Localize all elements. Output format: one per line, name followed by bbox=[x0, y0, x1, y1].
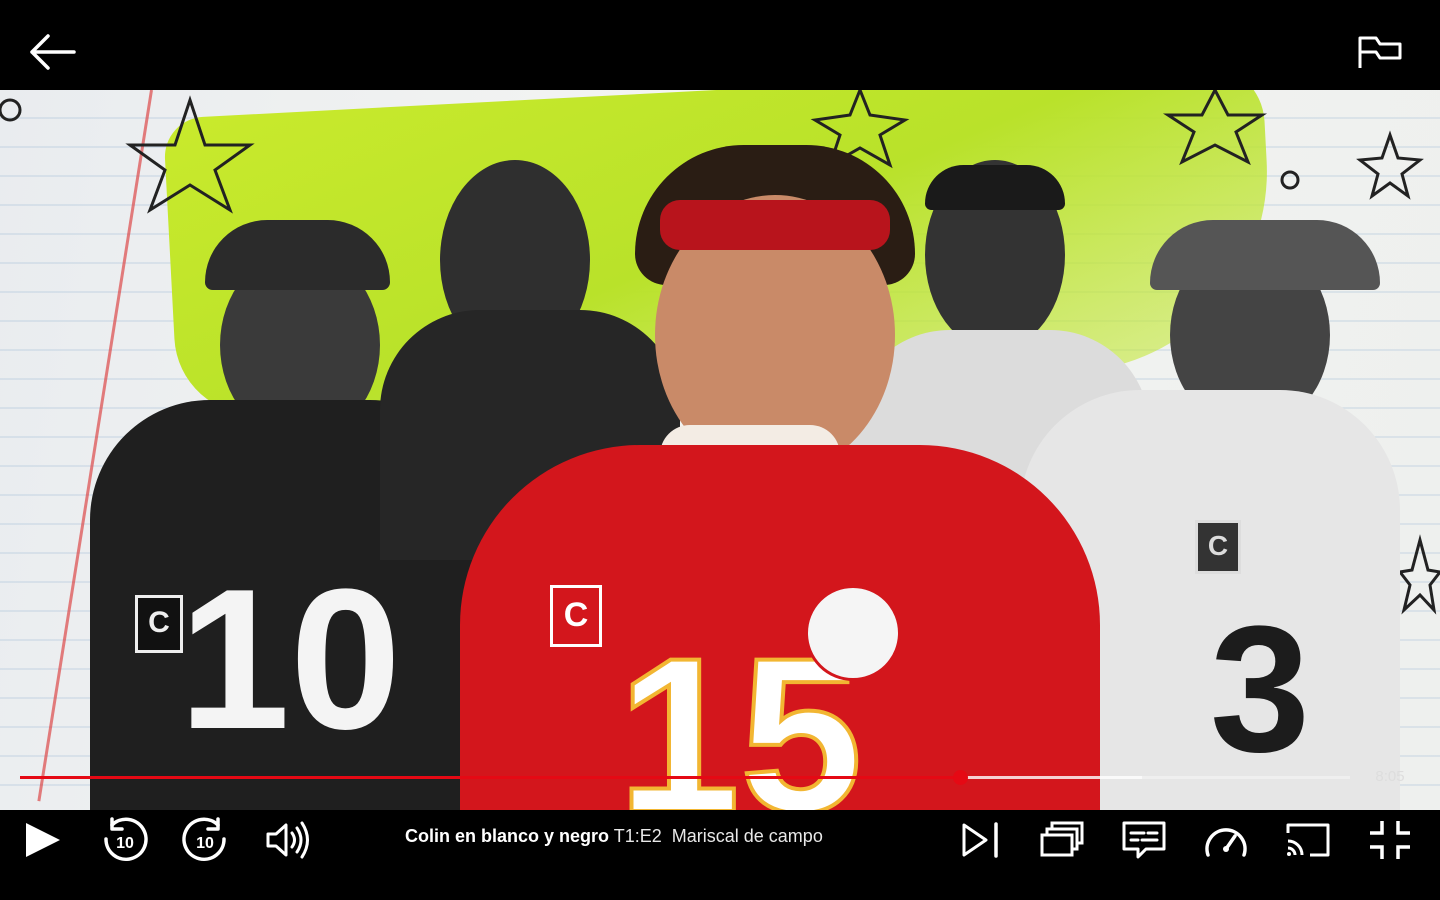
star-doodle bbox=[1356, 130, 1424, 200]
flag-icon bbox=[1358, 36, 1402, 68]
play-icon bbox=[26, 823, 60, 857]
next-episode-icon bbox=[962, 822, 998, 858]
episode-code: T1:E2 bbox=[613, 826, 662, 846]
circle-doodle bbox=[0, 98, 22, 122]
video-frame[interactable]: 10 C 3 C 15 C bbox=[0, 90, 1440, 810]
progress-bar[interactable] bbox=[20, 770, 1350, 785]
now-playing-title: Colin en blanco y negro T1:E2 Mariscal d… bbox=[405, 826, 823, 847]
time-remaining: 8:05 bbox=[1375, 768, 1405, 785]
jersey-number: 3 bbox=[1209, 589, 1311, 790]
report-button[interactable] bbox=[1350, 28, 1410, 76]
top-bar bbox=[0, 0, 1440, 90]
player-cap bbox=[205, 220, 390, 290]
volume-icon bbox=[266, 821, 309, 859]
captain-patch: C bbox=[1195, 520, 1241, 574]
progress-scrubber-handle[interactable] bbox=[953, 770, 969, 785]
exit-fullscreen-icon bbox=[1370, 821, 1410, 859]
episodes-button[interactable] bbox=[1034, 815, 1090, 865]
captain-patch: C bbox=[550, 585, 602, 647]
star-doodle bbox=[1397, 534, 1440, 615]
episode-title: Mariscal de campo bbox=[671, 826, 823, 846]
cast-icon bbox=[1286, 823, 1330, 857]
jersey-number: 10 bbox=[178, 548, 402, 771]
circle-doodle bbox=[1280, 170, 1300, 190]
cast-button[interactable] bbox=[1280, 815, 1336, 865]
rewind-10-button[interactable]: 10 bbox=[96, 815, 152, 865]
arrow-left-icon bbox=[30, 34, 76, 70]
afc-patch bbox=[805, 585, 901, 681]
star-doodle bbox=[1162, 90, 1268, 166]
episodes-icon bbox=[1040, 821, 1084, 857]
playback-speed-button[interactable] bbox=[1198, 815, 1254, 865]
player-center: 15 C bbox=[450, 145, 1110, 810]
rewind-10-icon: 10 bbox=[104, 817, 148, 861]
progress-played bbox=[20, 776, 961, 779]
rewind-seconds-label: 10 bbox=[116, 835, 134, 852]
star-doodle bbox=[125, 95, 255, 214]
subtitles-icon bbox=[1122, 821, 1166, 859]
player-cap bbox=[1150, 220, 1380, 290]
forward-10-icon: 10 bbox=[182, 817, 226, 861]
back-button[interactable] bbox=[24, 28, 80, 76]
captain-patch: C bbox=[135, 595, 183, 653]
player-headband bbox=[660, 200, 890, 250]
forward-10-button[interactable]: 10 bbox=[178, 815, 234, 865]
next-episode-button[interactable] bbox=[952, 815, 1008, 865]
volume-button[interactable] bbox=[260, 815, 316, 865]
subtitles-button[interactable] bbox=[1116, 815, 1172, 865]
playback-speed-icon bbox=[1205, 828, 1247, 857]
play-button[interactable] bbox=[14, 815, 70, 865]
forward-seconds-label: 10 bbox=[196, 835, 214, 852]
show-title: Colin en blanco y negro bbox=[405, 826, 610, 846]
exit-fullscreen-button[interactable] bbox=[1362, 815, 1418, 865]
